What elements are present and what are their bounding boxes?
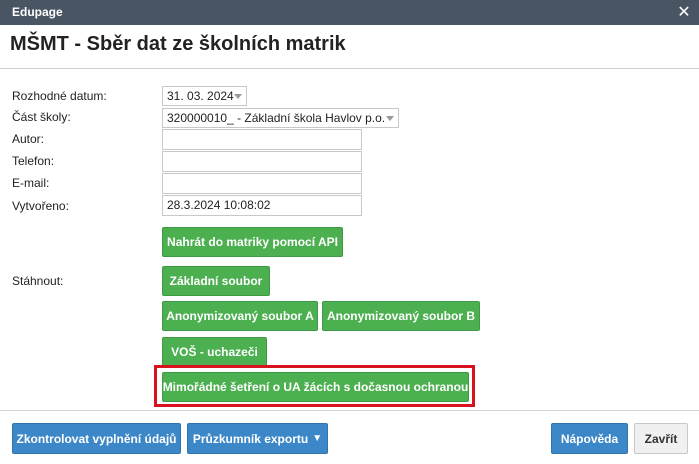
email-label: E-mail: bbox=[12, 176, 50, 190]
header-divider bbox=[0, 68, 699, 69]
dropdown-arrow-icon: ▼ bbox=[312, 433, 323, 444]
decision-date-select[interactable]: 31. 03. 2024 bbox=[162, 86, 247, 106]
chevron-down-icon bbox=[234, 94, 242, 99]
page-title: MŠMT - Sběr dat ze školních matrik bbox=[10, 33, 346, 55]
app-title: Edupage bbox=[12, 5, 63, 19]
created-label: Vytvořeno: bbox=[12, 199, 69, 213]
decision-date-label: Rozhodné datum: bbox=[12, 89, 107, 103]
vos-applicants-button[interactable]: VOŠ - uchazeči bbox=[162, 337, 267, 367]
school-part-label: Část školy: bbox=[12, 110, 71, 124]
close-icon[interactable]: ✕ bbox=[675, 2, 693, 22]
school-part-select[interactable]: 320000010_ - Základní škola Havlov p.o. bbox=[162, 108, 399, 128]
window-titlebar: Edupage ✕ bbox=[0, 0, 699, 25]
author-field[interactable] bbox=[162, 129, 362, 150]
chevron-down-icon bbox=[386, 116, 394, 121]
export-explorer-label: Průzkumník exportu bbox=[192, 431, 309, 446]
upload-api-button[interactable]: Nahrát do matriky pomocí API bbox=[162, 227, 343, 257]
check-fill-button[interactable]: Zkontrolovat vyplnění údajů bbox=[12, 423, 181, 454]
email-field[interactable] bbox=[162, 173, 362, 194]
extraordinary-survey-button[interactable]: Mimořádné šetření o UA žácích s dočasnou… bbox=[162, 372, 469, 402]
author-label: Autor: bbox=[12, 132, 45, 146]
help-button[interactable]: Nápověda bbox=[551, 423, 628, 454]
basic-file-button[interactable]: Základní soubor bbox=[162, 266, 270, 296]
anonymized-file-a-button[interactable]: Anonymizovaný soubor A bbox=[162, 301, 318, 331]
decision-date-value: 31. 03. 2024 bbox=[167, 89, 234, 103]
anonymized-file-b-button[interactable]: Anonymizovaný soubor B bbox=[322, 301, 480, 331]
download-label: Stáhnout: bbox=[12, 274, 64, 288]
phone-field[interactable] bbox=[162, 151, 362, 172]
close-button[interactable]: Zavřít bbox=[634, 423, 688, 454]
school-part-value: 320000010_ - Základní škola Havlov p.o. bbox=[167, 111, 386, 125]
footer-divider bbox=[0, 410, 699, 411]
export-explorer-button[interactable]: Průzkumník exportu ▼ bbox=[187, 423, 328, 454]
phone-label: Telefon: bbox=[12, 154, 55, 168]
created-field[interactable]: 28.3.2024 10:08:02 bbox=[162, 195, 362, 216]
